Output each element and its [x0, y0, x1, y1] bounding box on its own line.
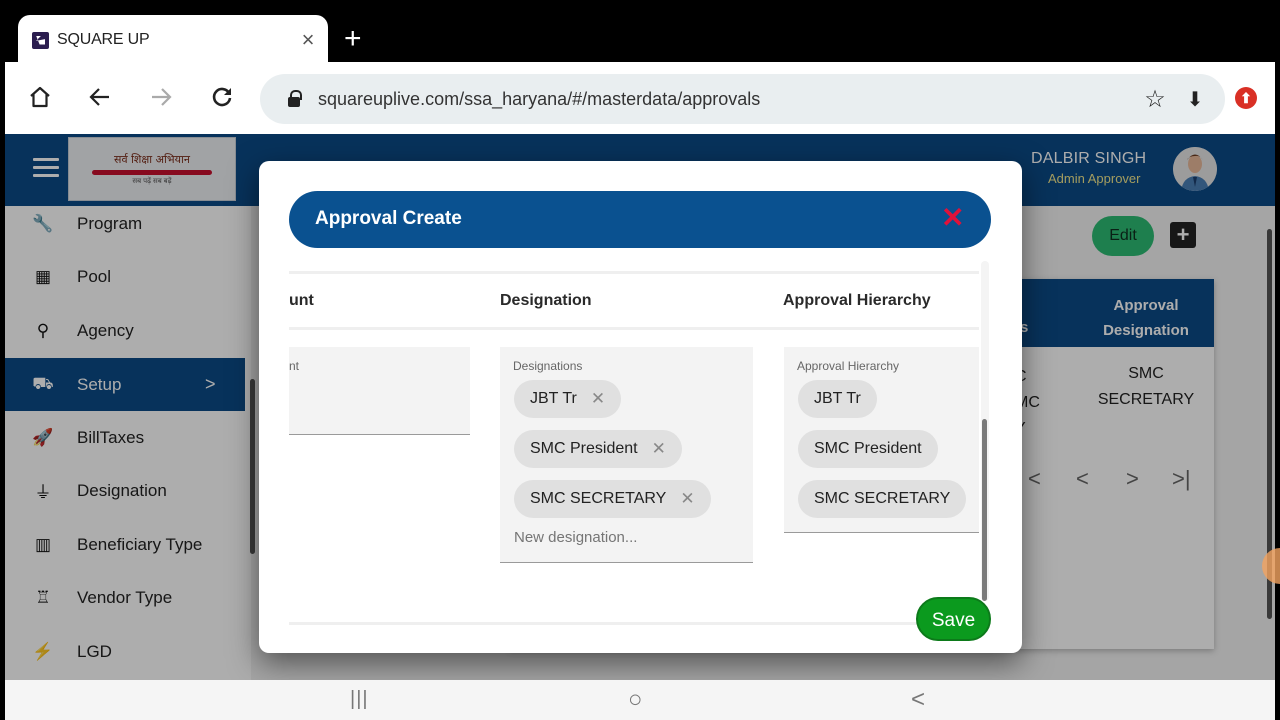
approval-hierarchy-field-label: Approval Hierarchy [797, 359, 900, 373]
recents-button[interactable]: ||| [350, 688, 369, 711]
home-button[interactable] [25, 82, 55, 112]
bookmark-star-icon[interactable]: ☆ [1135, 85, 1175, 114]
designations-field[interactable]: Designations JBT Tr ✕ SMC President ✕ SM… [500, 347, 753, 563]
lock-icon [288, 89, 302, 107]
chip-remove-icon[interactable]: ✕ [591, 389, 605, 409]
tab-close-button[interactable]: × [288, 27, 328, 53]
column-header-amount: unt [289, 292, 314, 309]
browser-toolbar: squareuplive.com/ssa_haryana/#/masterdat… [5, 62, 1275, 134]
chip-label: JBT Tr [814, 390, 861, 407]
dialog-form: unt Designation Approval Hierarchy nt De… [289, 261, 979, 631]
extension-upload-icon[interactable]: ⬆ [1235, 87, 1257, 109]
hierarchy-chip[interactable]: SMC SECRETARY [798, 480, 967, 518]
designation-chip[interactable]: SMC SECRETARY ✕ [514, 480, 711, 518]
forward-button[interactable] [146, 82, 176, 112]
designation-chip[interactable]: JBT Tr ✕ [514, 380, 622, 418]
arrow-left-icon [89, 88, 109, 106]
home-nav-button[interactable]: ○ [628, 686, 643, 714]
reload-button[interactable] [207, 82, 237, 112]
amount-field[interactable]: nt [289, 347, 470, 435]
arrow-right-icon [152, 88, 172, 106]
column-header-approval-hierarchy: Approval Hierarchy [783, 292, 931, 309]
approval-create-dialog: Approval Create ✕ unt Designation Approv… [259, 161, 1022, 653]
chip-remove-icon[interactable]: ✕ [652, 439, 666, 459]
column-header-designation: Designation [500, 292, 592, 309]
dialog-header: Approval Create ✕ [289, 191, 991, 248]
close-icon[interactable]: ✕ [941, 202, 964, 234]
designations-field-label: Designations [513, 359, 583, 373]
chip-label: SMC SECRETARY [814, 490, 951, 507]
chip-label: JBT Tr [530, 390, 577, 407]
designation-chip[interactable]: SMC President ✕ [514, 430, 682, 468]
android-nav-bar: ||| ○ < [5, 680, 1275, 720]
chip-remove-icon[interactable]: ✕ [680, 489, 694, 509]
browser-tab-strip: SQUARE UP × + [0, 0, 1280, 65]
approval-hierarchy-field[interactable]: Approval Hierarchy JBT Tr SMC President … [784, 347, 979, 533]
amount-field-label: nt [289, 359, 300, 373]
squareup-favicon-icon [32, 31, 49, 49]
save-button[interactable]: Save [916, 597, 991, 641]
url-text[interactable]: squareuplive.com/ssa_haryana/#/masterdat… [318, 89, 1135, 110]
horizontal-scrollbar[interactable] [289, 622, 939, 625]
divider [289, 327, 979, 330]
hierarchy-chip[interactable]: SMC President [798, 430, 938, 468]
reload-icon [212, 87, 232, 107]
chip-label: SMC President [530, 440, 638, 457]
download-icon[interactable]: ⬇ [1175, 87, 1215, 112]
chip-label: SMC President [814, 440, 922, 457]
dialog-scrollbar-thumb[interactable] [982, 419, 987, 601]
back-nav-button[interactable]: < [911, 686, 925, 714]
new-designation-input[interactable] [514, 529, 734, 546]
browser-tab[interactable]: SQUARE UP × [18, 15, 328, 65]
home-icon [30, 86, 50, 108]
new-tab-button[interactable]: + [344, 24, 362, 54]
hierarchy-chip[interactable]: JBT Tr [798, 380, 877, 418]
divider [289, 271, 979, 274]
dialog-title: Approval Create [315, 208, 462, 229]
tab-title: SQUARE UP [57, 31, 150, 48]
address-bar[interactable]: squareuplive.com/ssa_haryana/#/masterdat… [260, 74, 1225, 124]
chip-label: SMC SECRETARY [530, 490, 667, 507]
back-button[interactable] [85, 82, 115, 112]
